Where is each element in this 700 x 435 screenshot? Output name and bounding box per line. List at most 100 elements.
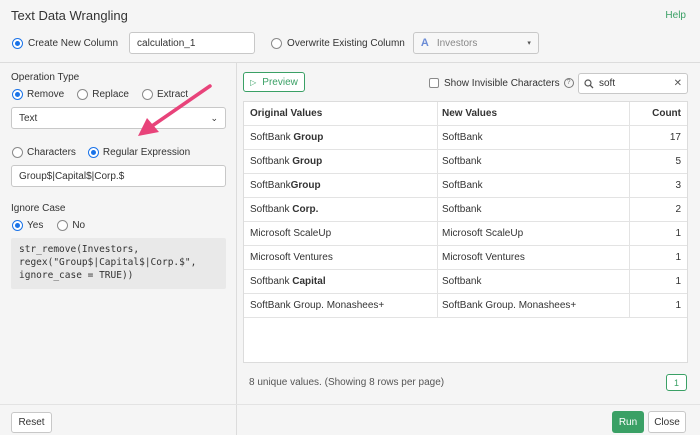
original-value-text: SoftBank: [250, 132, 294, 143]
chevron-down-icon: ▾: [527, 40, 531, 47]
original-value-cell: SoftBank Group. Monashees+: [250, 294, 440, 317]
show-invisible-row: Show Invisible Characters ?: [429, 77, 574, 89]
help-icon[interactable]: ?: [563, 78, 574, 88]
original-value-text: Softbank: [250, 156, 293, 167]
table-summary: 8 unique values. (Showing 8 rows per pag…: [249, 377, 445, 388]
panel-divider: [236, 63, 237, 435]
operation-replace-label: Replace: [92, 89, 129, 100]
ignore-case-no-radio[interactable]: [57, 220, 69, 231]
operation-remove-label: Remove: [27, 89, 65, 100]
match-type-options: Characters Regular Expression: [12, 146, 190, 159]
generated-code: str_remove(Investors, regex("Group$|Capit…: [11, 238, 226, 289]
new-value-cell: Microsoft Ventures: [442, 252, 525, 263]
new-value-cell: Softbank: [442, 276, 482, 287]
play-icon: ▷: [250, 77, 257, 87]
code-line: ignore_case = TRUE)): [19, 270, 134, 281]
preview-label: Preview: [262, 76, 298, 88]
matched-text: Group: [292, 156, 323, 167]
characters-radio[interactable]: [12, 147, 23, 158]
ignore-case-options: Yes No: [12, 219, 85, 232]
new-value-cell: Softbank: [442, 204, 482, 215]
operation-remove-radio[interactable]: [12, 89, 23, 100]
operation-type-label: Operation Type: [11, 72, 80, 83]
overwrite-existing-column-radio[interactable]: [271, 37, 283, 49]
count-cell: 5: [675, 156, 681, 167]
ignore-case-label: Ignore Case: [11, 203, 66, 214]
new-value-cell: SoftBank Group. Monashees+: [442, 300, 577, 311]
create-new-column-radio[interactable]: [12, 37, 23, 49]
table-row: Microsoft ScaleUp Microsoft ScaleUp 1: [244, 222, 687, 246]
original-value-cell: Softbank Capital: [250, 270, 440, 293]
page-button[interactable]: 1: [666, 374, 687, 391]
ignore-case-yes-radio[interactable]: [12, 220, 23, 231]
existing-column-value: Investors: [436, 37, 478, 49]
top-divider: [0, 62, 700, 63]
original-value-cell: Softbank Corp.: [250, 198, 440, 221]
table-row: Softbank Corp. Softbank 2: [244, 198, 687, 222]
operation-replace-radio[interactable]: [77, 89, 89, 100]
table-row: Microsoft Ventures Microsoft Ventures 1: [244, 246, 687, 270]
count-cell: 1: [675, 300, 681, 311]
run-button[interactable]: Run: [612, 411, 644, 433]
count-cell: 1: [675, 252, 681, 263]
ignore-case-no-label: No: [72, 220, 86, 231]
code-line: str_remove(Investors,: [19, 244, 140, 255]
table-header: Original Values New Values Count: [244, 102, 687, 126]
annotation-arrow: [138, 84, 212, 136]
original-value-cell: SoftBank Group: [250, 174, 440, 197]
column-target-row: Create New Column calculation_1 Overwrit…: [12, 32, 539, 54]
original-value-text: Softbank: [250, 276, 293, 287]
existing-column-select[interactable]: A Investors ▾: [412, 32, 539, 54]
header-new-values[interactable]: New Values: [442, 102, 632, 125]
regular-expression-radio[interactable]: [87, 147, 99, 158]
create-new-column-label: Create New Column: [28, 37, 119, 49]
search-input[interactable]: soft ✕: [578, 73, 688, 94]
original-value-cell: SoftBank Group: [250, 126, 440, 149]
matched-text: Group: [293, 132, 324, 143]
regex-pattern-input[interactable]: Group$|Capital$|Corp.$: [11, 165, 226, 187]
code-line: regex("Group$|Capital$|Corp.$",: [19, 257, 197, 268]
text-type-icon: A: [420, 37, 429, 49]
new-column-name-input[interactable]: calculation_1: [129, 32, 256, 54]
table-row: Softbank Group Softbank 5: [244, 150, 687, 174]
overwrite-existing-column-label: Overwrite Existing Column: [287, 37, 405, 49]
matched-text: Corp.: [292, 204, 319, 215]
count-cell: 3: [675, 180, 681, 191]
help-link[interactable]: Help: [665, 10, 686, 21]
matched-text: Group: [290, 180, 321, 191]
regular-expression-label: Regular Expression: [102, 147, 191, 158]
original-value-cell: Microsoft Ventures: [250, 246, 440, 269]
clear-search-icon[interactable]: ✕: [674, 78, 682, 89]
new-value-cell: Microsoft ScaleUp: [442, 228, 524, 239]
new-value-cell: SoftBank: [442, 180, 483, 191]
table-row: SoftBank Group. Monashees+ SoftBank Grou…: [244, 294, 687, 318]
original-value-text: SoftBank: [250, 180, 291, 191]
search-icon: [584, 78, 594, 88]
original-value-cell: Microsoft ScaleUp: [250, 222, 440, 245]
original-value-text: Microsoft ScaleUp: [250, 228, 332, 239]
dialog-header: Text Data Wrangling Help: [0, 0, 700, 30]
close-button[interactable]: Close: [648, 411, 686, 433]
table-row: SoftBank Group SoftBank 17: [244, 126, 687, 150]
reset-button[interactable]: Reset: [11, 412, 52, 433]
table-row: SoftBank Group SoftBank 3: [244, 174, 687, 198]
new-value-cell: SoftBank: [442, 132, 483, 143]
dialog-title: Text Data Wrangling: [11, 8, 128, 23]
new-value-cell: Softbank: [442, 156, 482, 167]
count-cell: 17: [669, 132, 681, 143]
ignore-case-yes-label: Yes: [27, 220, 44, 231]
header-original-values[interactable]: Original Values: [250, 102, 440, 125]
original-value-text: SoftBank Group. Monashees+: [250, 300, 385, 311]
search-value: soft: [599, 78, 616, 89]
preview-table: Original Values New Values Count SoftBan…: [243, 101, 688, 363]
characters-label: Characters: [27, 147, 76, 158]
show-invisible-label: Show Invisible Characters: [444, 77, 560, 89]
header-count[interactable]: Count: [632, 102, 681, 125]
show-invisible-checkbox[interactable]: [429, 78, 439, 88]
matched-text: Capital: [292, 276, 326, 287]
original-value-cell: Softbank Group: [250, 150, 440, 173]
original-value-text: Microsoft Ventures: [250, 252, 333, 263]
count-cell: 2: [675, 204, 681, 215]
preview-button[interactable]: ▷ Preview: [243, 72, 305, 92]
count-cell: 1: [675, 276, 681, 287]
